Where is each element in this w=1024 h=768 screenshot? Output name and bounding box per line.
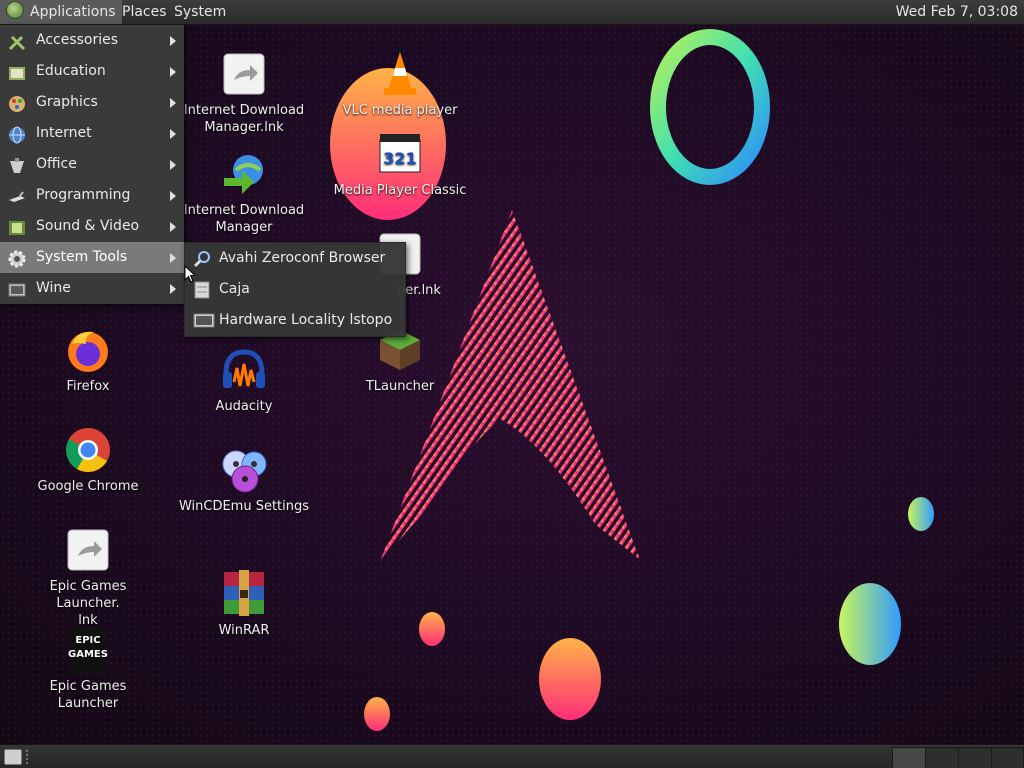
media-player-321-icon: 321 <box>376 130 424 178</box>
mouse-pointer-icon <box>184 265 196 283</box>
menu-item-label: System Tools <box>36 249 128 265</box>
submenu-item-avahi[interactable]: Avahi Zeroconf Browser <box>185 243 405 274</box>
epic-games-icon: EPIC GAMES <box>68 626 108 674</box>
panel-handle[interactable] <box>26 750 32 764</box>
submenu-arrow-icon <box>170 191 176 201</box>
top-panel: Applications Places System Wed Feb 7, 03… <box>0 0 1024 25</box>
submenu-arrow-icon <box>170 160 176 170</box>
gear-icon <box>8 249 26 268</box>
desktop-icon-epic-lnk[interactable]: Epic Games Launcher. lnk <box>18 526 158 629</box>
workspace-1[interactable] <box>892 747 926 768</box>
desktop-icon-firefox[interactable]: Firefox <box>18 326 158 395</box>
desktop-icon-label: Epic Games Launcher. lnk <box>49 579 127 628</box>
cd-discs-icon <box>220 446 268 494</box>
desktop-icon-label: TLauncher <box>365 379 435 394</box>
menu-item-wine[interactable]: Wine <box>0 273 184 304</box>
applications-menu-button[interactable]: Applications <box>0 0 122 24</box>
menu-item-label: Wine <box>36 280 71 296</box>
places-label: Places <box>122 4 167 20</box>
show-desktop-icon[interactable] <box>4 749 22 765</box>
desktop-icon-label: VLC media player <box>342 103 458 118</box>
menu-item-label: Graphics <box>36 94 98 110</box>
desktop-icon-vlc[interactable]: VLC media player <box>330 50 470 119</box>
desktop-icon-label: Google Chrome <box>37 479 139 494</box>
epic-logo-text: EPIC GAMES <box>68 635 108 660</box>
submenu-arrow-icon <box>170 36 176 46</box>
submenu-arrow-icon <box>170 284 176 294</box>
chrome-icon <box>64 426 112 474</box>
desktop-icon-label: Media Player Classic <box>333 183 467 198</box>
desktop-icon-audacity[interactable]: Audacity <box>174 346 314 415</box>
accessories-icon <box>8 32 26 51</box>
submenu-arrow-icon <box>170 222 176 232</box>
submenu-item-label: Caja <box>219 281 250 297</box>
winrar-books-icon <box>220 570 268 618</box>
menu-item-education[interactable]: Education <box>0 56 184 87</box>
desktop-icon-label: Epic Games Launcher <box>49 679 127 711</box>
menu-item-label: Accessories <box>36 32 119 48</box>
desktop-icon-label: Internet Download Manager.lnk <box>183 103 305 135</box>
distro-logo-icon <box>6 1 24 19</box>
vlc-cone-icon <box>376 50 424 98</box>
system-label: System <box>174 4 227 20</box>
places-menu-button[interactable]: Places <box>116 0 173 24</box>
submenu-item-label: Hardware Locality lstopo <box>219 312 393 328</box>
workspace-2[interactable] <box>925 747 959 768</box>
menu-item-label: Sound & Video <box>36 218 140 234</box>
desktop-icon-idm-lnk[interactable]: Internet Download Manager.lnk <box>174 50 314 136</box>
menu-item-label: Programming <box>36 187 131 203</box>
menu-item-label: Office <box>36 156 77 172</box>
graphics-icon <box>8 94 26 112</box>
submenu-item-label: Avahi Zeroconf Browser <box>219 250 386 266</box>
submenu-arrow-icon <box>170 253 176 263</box>
desktop-icon-wincdemu[interactable]: WinCDEmu Settings <box>174 446 314 515</box>
desktop-icon-label: WinCDEmu Settings <box>178 499 310 514</box>
wine-icon <box>8 280 26 298</box>
menu-item-graphics[interactable]: Graphics <box>0 87 184 118</box>
submenu-item-lstopo[interactable]: Hardware Locality lstopo <box>185 305 405 336</box>
menu-item-label: Internet <box>36 125 92 141</box>
desktop-icon-mpc[interactable]: 321 Media Player Classic <box>330 130 470 199</box>
internet-icon <box>8 125 26 144</box>
workspace-4[interactable] <box>991 747 1024 768</box>
menu-item-label: Education <box>36 63 106 79</box>
education-icon <box>8 63 26 81</box>
submenu-item-caja[interactable]: Caja <box>185 274 405 305</box>
menu-item-sound-video[interactable]: Sound & Video <box>0 211 184 242</box>
desktop-icon-winrar[interactable]: WinRAR <box>174 570 314 639</box>
panel-clock[interactable]: Wed Feb 7, 03:08 <box>896 0 1018 24</box>
desktop-icon-label: WinRAR <box>218 623 270 638</box>
applications-menu: Accessories Education Graphics Internet … <box>0 25 184 304</box>
system-tools-submenu: Avahi Zeroconf Browser Caja Hardware Loc… <box>184 242 406 337</box>
desktop-icon-idm[interactable]: Internet Download Manager <box>174 150 314 236</box>
desktop-icon-label: Audacity <box>215 399 273 414</box>
download-globe-icon <box>220 150 268 198</box>
workspace-3[interactable] <box>958 747 992 768</box>
menu-item-internet[interactable]: Internet <box>0 118 184 149</box>
bottom-panel <box>0 744 1024 768</box>
shortcut-icon <box>220 50 268 98</box>
mpc-badge-text: 321 <box>383 149 416 168</box>
submenu-arrow-icon <box>170 129 176 139</box>
sound-video-icon <box>8 218 26 236</box>
system-menu-button[interactable]: System <box>168 0 232 24</box>
firefox-icon <box>64 326 112 374</box>
desktop-icon-chrome[interactable]: Google Chrome <box>18 426 158 495</box>
office-icon <box>8 156 26 174</box>
desktop-icon-label: Internet Download Manager <box>183 203 305 235</box>
shortcut-icon <box>64 526 112 574</box>
programming-icon <box>8 187 26 205</box>
submenu-arrow-icon <box>170 98 176 108</box>
audacity-icon <box>220 346 268 394</box>
applications-label: Applications <box>30 4 116 20</box>
menu-item-office[interactable]: Office <box>0 149 184 180</box>
monitor-icon <box>193 311 215 329</box>
desktop-icon-label: Firefox <box>66 379 110 394</box>
menu-item-accessories[interactable]: Accessories <box>0 25 184 56</box>
submenu-arrow-icon <box>170 67 176 77</box>
desktop-icon-epic[interactable]: EPIC GAMES Epic Games Launcher <box>18 626 158 712</box>
menu-item-system-tools[interactable]: System Tools <box>0 242 184 273</box>
menu-item-programming[interactable]: Programming <box>0 180 184 211</box>
